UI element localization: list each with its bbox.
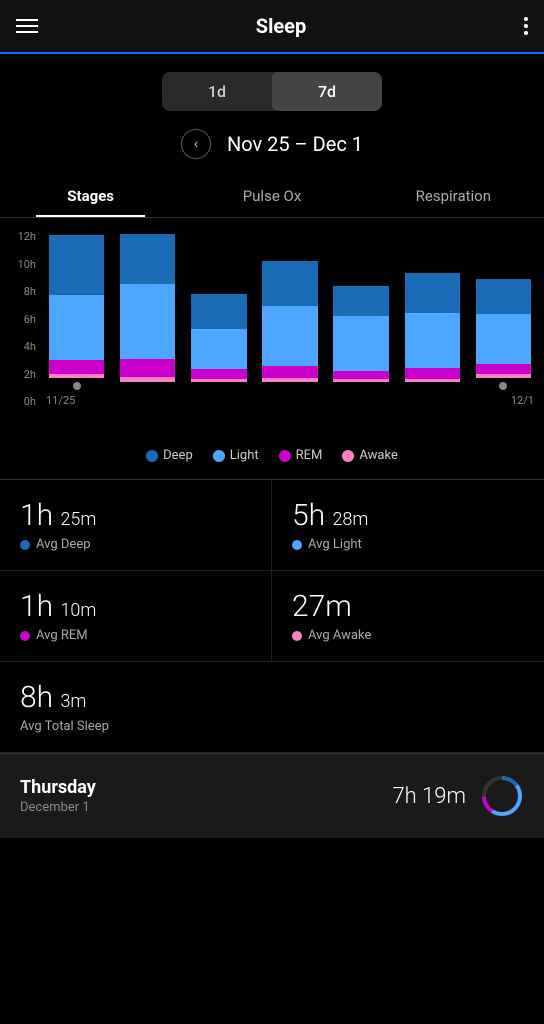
time-btn-7d[interactable]: 7d	[272, 72, 382, 111]
bar-col-1	[115, 234, 180, 390]
bar-segment	[405, 313, 460, 368]
bar-segment	[333, 286, 388, 316]
legend-item: Deep	[146, 448, 193, 463]
legend-label: REM	[296, 448, 323, 463]
bar-col-2	[186, 294, 251, 390]
bar-segment	[191, 329, 246, 369]
bar-segment	[120, 284, 175, 359]
stat-avg-light-value: 5h 28m	[292, 498, 524, 533]
bar-segment	[191, 379, 246, 382]
stats-grid: 1h 25m Avg Deep 5h 28m Avg Light 1h 10m …	[0, 479, 544, 753]
stat-avg-awake: 27m Avg Awake	[272, 571, 544, 662]
legend-item: REM	[279, 448, 323, 463]
prev-arrow[interactable]: ‹	[181, 129, 211, 159]
stat-avg-light: 5h 28m Avg Light	[272, 480, 544, 571]
bar-segment	[476, 364, 531, 374]
bar-segment	[49, 295, 104, 360]
day-duration: 7h 19m	[392, 784, 466, 809]
x-label-6: 12/1	[511, 394, 534, 407]
sleep-donut-chart	[480, 774, 524, 818]
page-title: Sleep	[256, 14, 306, 38]
bar-segment	[476, 374, 531, 378]
bar-segment	[405, 379, 460, 382]
stat-avg-awake-label: Avg Awake	[292, 628, 524, 643]
bar-segment	[476, 314, 531, 364]
bar-col-6	[471, 279, 536, 390]
date-nav: ‹ Nov 25 – Dec 1	[0, 129, 544, 159]
tab-respiration[interactable]: Respiration	[363, 175, 544, 217]
stat-avg-deep-value: 1h 25m	[20, 498, 251, 533]
menu-icon[interactable]	[16, 19, 38, 33]
stat-total-sleep: 8h 3m Avg Total Sleep	[0, 662, 544, 753]
day-date: December 1	[20, 800, 96, 815]
bar-dot	[499, 382, 507, 390]
stat-avg-awake-value: 27m	[292, 589, 524, 624]
bar-segment	[49, 235, 104, 295]
bar-segment	[405, 273, 460, 313]
bar-segment	[405, 368, 460, 379]
chart-bars	[44, 230, 536, 390]
x-axis: 11/25 12/1	[44, 394, 536, 407]
chart-legend: Deep Light REM Awake	[0, 438, 544, 479]
stat-avg-deep-label: Avg Deep	[20, 537, 251, 552]
bar-segment	[49, 360, 104, 374]
bar-segment	[49, 374, 104, 378]
tab-bar: Stages Pulse Ox Respiration	[0, 175, 544, 218]
more-icon[interactable]	[524, 17, 528, 35]
bottom-card-day-info: Thursday December 1	[20, 777, 96, 815]
day-name: Thursday	[20, 777, 96, 798]
legend-dot	[342, 450, 354, 462]
stat-avg-deep: 1h 25m Avg Deep	[0, 480, 272, 571]
bar-dot	[73, 382, 81, 390]
bar-segment	[191, 294, 246, 329]
legend-label: Deep	[163, 448, 193, 463]
legend-dot	[213, 450, 225, 462]
bar-segment	[262, 366, 317, 378]
stat-total-label: Avg Total Sleep	[20, 719, 524, 734]
stat-avg-rem-value: 1h 10m	[20, 589, 251, 624]
stat-total-value: 8h 3m	[20, 680, 524, 715]
stat-avg-light-label: Avg Light	[292, 537, 524, 552]
legend-dot	[279, 450, 291, 462]
bottom-card-stats: 7h 19m	[392, 774, 524, 818]
bar-segment	[333, 371, 388, 379]
bar-segment	[191, 369, 246, 379]
time-selector: 1d 7d	[162, 72, 382, 111]
legend-item: Light	[213, 448, 259, 463]
stat-avg-rem-label: Avg REM	[20, 628, 251, 643]
legend-dot	[146, 450, 158, 462]
y-axis: 12h 10h 8h 6h 4h 2h 0h	[8, 230, 36, 408]
bar-segment	[262, 261, 317, 306]
app-header: Sleep	[0, 0, 544, 54]
date-range-label: Nov 25 – Dec 1	[227, 132, 363, 156]
time-btn-1d[interactable]: 1d	[162, 72, 272, 111]
bar-segment	[333, 316, 388, 371]
tab-pulse-ox[interactable]: Pulse Ox	[181, 175, 362, 217]
bar-segment	[120, 377, 175, 382]
bar-col-5	[400, 273, 465, 390]
bar-segment	[262, 306, 317, 366]
tab-stages[interactable]: Stages	[0, 175, 181, 217]
sleep-chart: 12h 10h 8h 6h 4h 2h 0h 11/25 12/1	[0, 218, 544, 438]
legend-label: Awake	[359, 448, 397, 463]
bar-col-4	[329, 286, 394, 390]
legend-label: Light	[230, 448, 259, 463]
bar-segment	[120, 359, 175, 377]
legend-item: Awake	[342, 448, 397, 463]
bottom-day-card[interactable]: Thursday December 1 7h 19m	[0, 753, 544, 838]
bar-segment	[262, 378, 317, 382]
bar-segment	[120, 234, 175, 284]
bar-segment	[476, 279, 531, 314]
stat-avg-rem: 1h 10m Avg REM	[0, 571, 272, 662]
bar-col-0	[44, 235, 109, 390]
bar-col-3	[257, 261, 322, 390]
bar-segment	[333, 379, 388, 382]
x-label-0: 11/25	[46, 394, 75, 407]
